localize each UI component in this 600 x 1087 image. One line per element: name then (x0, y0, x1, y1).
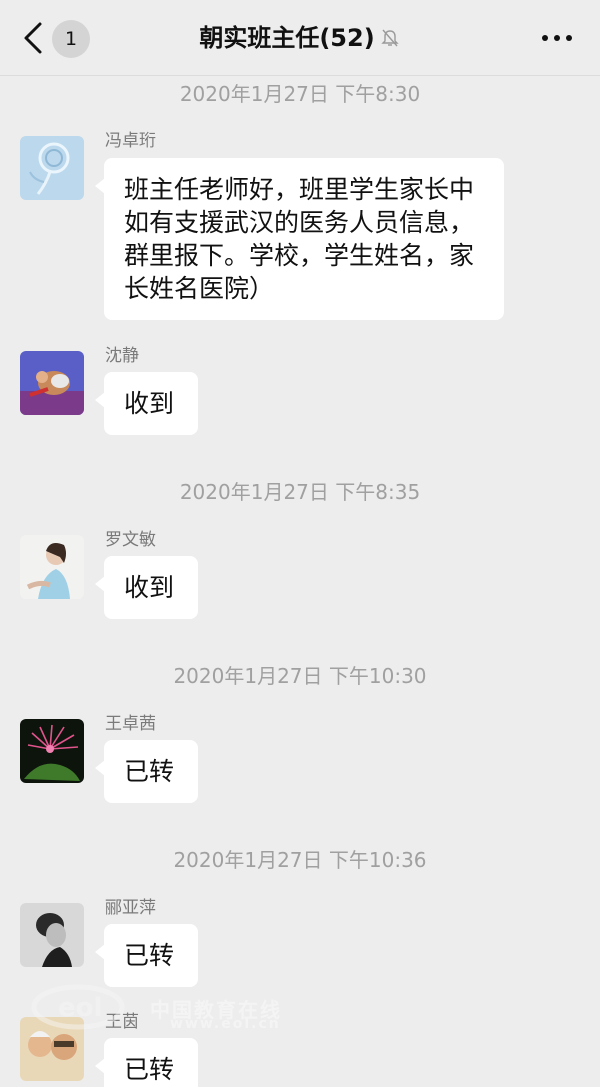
avatar-water-rose-image (20, 136, 84, 200)
watermark-url: www.eol.cn (170, 1016, 281, 1032)
avatar-bw-portrait-image (20, 903, 84, 967)
chat-header: 1 朝实班主任(52) (0, 0, 600, 76)
chat-title-text: 朝实班主任(52) (199, 24, 375, 52)
avatar-girl-photo-image (20, 535, 84, 599)
sender-name: 郦亚萍 (105, 898, 156, 918)
sender-name: 冯卓珩 (105, 131, 156, 151)
timestamp: 2020年1月27日 下午10:30 (173, 664, 427, 688)
message-bubble[interactable]: 班主任老师好，班里学生家长中如有支援武汉的医务人员信息，群里报下。学校，学生姓名… (95, 158, 504, 320)
avatar[interactable] (20, 136, 84, 200)
message-bubble[interactable]: 已转 (95, 1038, 198, 1087)
message-bubble[interactable]: 收到 (95, 556, 198, 619)
avatar[interactable] (20, 903, 84, 967)
more-dots-icon (542, 35, 572, 41)
sender-name: 罗文敏 (105, 530, 156, 550)
sender-name: 沈静 (105, 346, 139, 366)
timestamp: 2020年1月27日 下午8:30 (179, 82, 421, 106)
avatar[interactable] (20, 351, 84, 415)
sender-name: 王卓茜 (105, 714, 156, 734)
avatar[interactable] (20, 719, 84, 783)
timestamp: 2020年1月27日 下午8:35 (179, 480, 421, 504)
message-bubble[interactable]: 收到 (95, 372, 198, 435)
avatar-cartoon-mouse-image (20, 351, 84, 415)
timestamp: 2020年1月27日 下午10:36 (173, 848, 427, 872)
more-button[interactable] (540, 30, 574, 46)
avatar[interactable] (20, 535, 84, 599)
chat-title[interactable]: 朝实班主任(52) (0, 20, 600, 56)
bell-mute-icon (380, 29, 399, 47)
avatar-pink-flower-image (20, 719, 84, 783)
message-bubble[interactable]: 已转 (95, 924, 198, 987)
message-bubble[interactable]: 已转 (95, 740, 198, 803)
svg-text:eol: eol (58, 993, 102, 1023)
